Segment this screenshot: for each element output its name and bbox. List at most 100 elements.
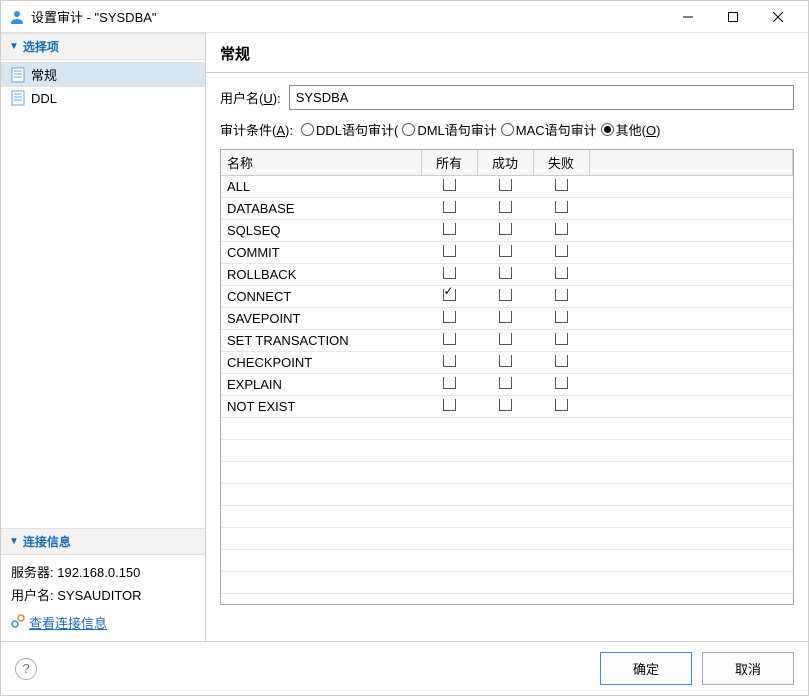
table-row-empty xyxy=(221,506,793,528)
cell-success[interactable] xyxy=(477,198,533,220)
sidebar-item[interactable]: DDL xyxy=(1,87,205,109)
cell-fail[interactable] xyxy=(533,286,589,308)
table-row-empty xyxy=(221,418,793,440)
dialog-footer: ? 确定 取消 xyxy=(1,641,808,695)
view-connection-link[interactable]: 查看连接信息 xyxy=(11,612,195,635)
ok-button[interactable]: 确定 xyxy=(600,652,692,685)
radio-option[interactable]: MAC语句审计 xyxy=(501,120,597,139)
cell-fail[interactable] xyxy=(533,264,589,286)
close-button[interactable] xyxy=(755,2,800,32)
table-row[interactable]: SET TRANSACTION xyxy=(221,330,793,352)
cell-all[interactable] xyxy=(421,308,477,330)
cell-success[interactable] xyxy=(477,220,533,242)
col-success[interactable]: 成功 xyxy=(477,150,533,176)
titlebar: 设置审计 - "SYSDBA" xyxy=(1,1,808,33)
username-row: 用户名(U): xyxy=(220,85,794,110)
sidebar-section-label: 选择项 xyxy=(23,38,59,55)
cell-fail[interactable] xyxy=(533,242,589,264)
cell-all[interactable] xyxy=(421,242,477,264)
cell-success[interactable] xyxy=(477,242,533,264)
cell-all[interactable] xyxy=(421,264,477,286)
cell-fail[interactable] xyxy=(533,352,589,374)
checkbox-icon xyxy=(499,223,512,235)
cell-all[interactable] xyxy=(421,286,477,308)
col-name[interactable]: 名称 xyxy=(221,150,421,176)
cancel-button[interactable]: 取消 xyxy=(702,652,794,685)
checkbox-icon xyxy=(499,311,512,323)
checkbox-icon xyxy=(555,289,568,301)
minimize-button[interactable] xyxy=(665,2,710,32)
cell-fail[interactable] xyxy=(533,220,589,242)
table-row[interactable]: ROLLBACK xyxy=(221,264,793,286)
cell-all[interactable] xyxy=(421,396,477,418)
sidebar-section-options[interactable]: ▼ 选择项 xyxy=(1,33,205,60)
cell-fail[interactable] xyxy=(533,330,589,352)
table-row[interactable]: NOT EXIST xyxy=(221,396,793,418)
cell-all[interactable] xyxy=(421,198,477,220)
username-input[interactable] xyxy=(289,85,794,110)
checkbox-icon xyxy=(443,179,456,191)
cell-success[interactable] xyxy=(477,176,533,198)
audit-table: 名称 所有 成功 失败 ALLDATABASESQLSEQCOMMITROLLB… xyxy=(221,150,793,594)
cell-name: SQLSEQ xyxy=(221,220,421,242)
radio-icon xyxy=(301,123,314,136)
form-area: 用户名(U): 审计条件(A): DDL语句审计(DML语句审计MAC语句审计其… xyxy=(206,73,808,149)
checkbox-icon xyxy=(555,311,568,323)
checkbox-icon xyxy=(443,267,456,279)
checkbox-icon xyxy=(499,377,512,389)
cell-success[interactable] xyxy=(477,286,533,308)
connection-info: 服务器: 192.168.0.150 用户名: SYSAUDITOR 查看连接信… xyxy=(1,555,205,641)
table-row-empty xyxy=(221,550,793,572)
collapse-icon: ▼ xyxy=(9,536,19,547)
col-fail[interactable]: 失败 xyxy=(533,150,589,176)
maximize-button[interactable] xyxy=(710,2,755,32)
table-row[interactable]: COMMIT xyxy=(221,242,793,264)
cell-name: CONNECT xyxy=(221,286,421,308)
checkbox-icon xyxy=(555,223,568,235)
radio-option[interactable]: DML语句审计 xyxy=(402,120,496,139)
cell-fail[interactable] xyxy=(533,396,589,418)
table-row[interactable]: ALL xyxy=(221,176,793,198)
cell-fail[interactable] xyxy=(533,374,589,396)
cell-all[interactable] xyxy=(421,352,477,374)
checkbox-icon xyxy=(443,333,456,345)
table-row[interactable]: DATABASE xyxy=(221,198,793,220)
help-button[interactable]: ? xyxy=(15,658,37,680)
table-row[interactable]: SAVEPOINT xyxy=(221,308,793,330)
sidebar-item[interactable]: 常规 xyxy=(1,62,205,87)
cell-name: SAVEPOINT xyxy=(221,308,421,330)
cell-fail[interactable] xyxy=(533,176,589,198)
radio-option[interactable]: 其他(O) xyxy=(601,120,661,139)
cell-fail[interactable] xyxy=(533,308,589,330)
sidebar-item-label: DDL xyxy=(31,91,57,106)
cell-all[interactable] xyxy=(421,330,477,352)
checkbox-icon xyxy=(555,333,568,345)
cell-success[interactable] xyxy=(477,396,533,418)
dialog-window: 设置审计 - "SYSDBA" ▼ 选择项 常规 DDL ▼ 连接信息 服务器: … xyxy=(0,0,809,696)
cell-fail[interactable] xyxy=(533,198,589,220)
radio-option[interactable]: DDL语句审计( xyxy=(301,120,398,139)
table-row[interactable]: SQLSEQ xyxy=(221,220,793,242)
cell-all[interactable] xyxy=(421,374,477,396)
cell-success[interactable] xyxy=(477,330,533,352)
table-row[interactable]: CONNECT xyxy=(221,286,793,308)
cell-success[interactable] xyxy=(477,308,533,330)
cell-name: CHECKPOINT xyxy=(221,352,421,374)
cell-name: ALL xyxy=(221,176,421,198)
table-row[interactable]: EXPLAIN xyxy=(221,374,793,396)
cell-all[interactable] xyxy=(421,220,477,242)
radio-icon xyxy=(501,123,514,136)
cell-success[interactable] xyxy=(477,352,533,374)
cell-success[interactable] xyxy=(477,374,533,396)
checkbox-icon xyxy=(555,267,568,279)
cell-name: DATABASE xyxy=(221,198,421,220)
page-icon xyxy=(11,67,25,83)
table-row[interactable]: CHECKPOINT xyxy=(221,352,793,374)
cell-success[interactable] xyxy=(477,264,533,286)
checkbox-icon xyxy=(443,201,456,213)
col-all[interactable]: 所有 xyxy=(421,150,477,176)
user-icon xyxy=(9,9,25,25)
sidebar-section-connection[interactable]: ▼ 连接信息 xyxy=(1,528,205,555)
checkbox-icon xyxy=(499,333,512,345)
cell-all[interactable] xyxy=(421,176,477,198)
